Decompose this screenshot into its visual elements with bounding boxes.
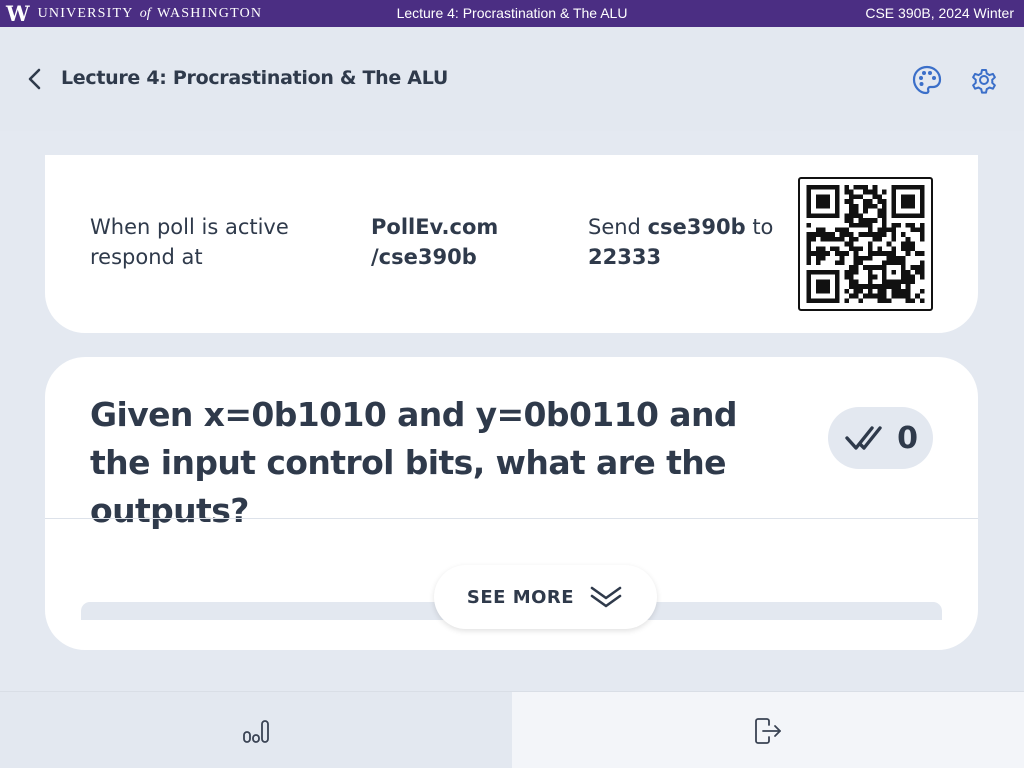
see-more-label: SEE MORE <box>466 586 575 608</box>
palette-icon <box>912 65 942 95</box>
poll-site-line-1: PollEv.com <box>371 215 499 239</box>
banner-course-label: CSE 390B, 2024 Winter <box>865 5 1014 21</box>
response-count: 0 <box>897 420 918 456</box>
poll-site-line-2: /cse390b <box>371 245 477 269</box>
page-title: Lecture 4: Procrastination & The ALU <box>61 67 448 89</box>
sms-code: cse390b <box>647 215 746 239</box>
poll-instructions-card: When poll is active respond at PollEv.co… <box>45 155 978 333</box>
chevron-left-icon <box>28 68 41 90</box>
question-text: Given x=0b1010 and y=0b0110 and the inpu… <box>90 395 737 530</box>
bar-chart-icon <box>243 719 269 743</box>
exit-icon <box>755 717 781 744</box>
bottom-nav <box>0 691 1024 768</box>
theme-button[interactable] <box>910 63 944 97</box>
app-header: Lecture 4: Procrastination & The ALU <box>0 27 1024 131</box>
question-card: Given x=0b1010 and y=0b0110 and the inpu… <box>45 357 978 650</box>
exit-tab[interactable] <box>512 692 1024 768</box>
settings-button[interactable] <box>967 63 1001 97</box>
poll-sms: Send cse390b to 22333 <box>588 212 773 272</box>
back-button[interactable] <box>22 65 48 93</box>
qr-code-icon <box>806 185 925 303</box>
response-count-badge: 0 <box>828 407 933 469</box>
double-check-icon <box>845 426 882 450</box>
poll-instructions: When poll is active respond at <box>90 212 289 272</box>
instruction-line-2: respond at <box>90 245 203 269</box>
divider <box>45 518 978 519</box>
content-area: When poll is active respond at PollEv.co… <box>22 155 1000 673</box>
sms-suffix: to <box>745 215 774 239</box>
sms-number: 22333 <box>588 245 662 269</box>
see-more-button[interactable]: SEE MORE <box>434 565 657 629</box>
poll-site: PollEv.com /cse390b <box>371 212 498 272</box>
instruction-line-1: When poll is active <box>90 215 289 239</box>
uw-banner: W UNIVERSITY of WASHINGTON Lecture 4: Pr… <box>0 0 1024 27</box>
double-chevron-down-icon <box>590 586 622 608</box>
sms-prefix: Send <box>588 215 648 239</box>
qr-code <box>798 177 933 311</box>
gear-icon <box>972 69 996 94</box>
results-tab[interactable] <box>0 692 512 768</box>
poll-sms-line-1: Send cse390b to <box>588 212 773 242</box>
